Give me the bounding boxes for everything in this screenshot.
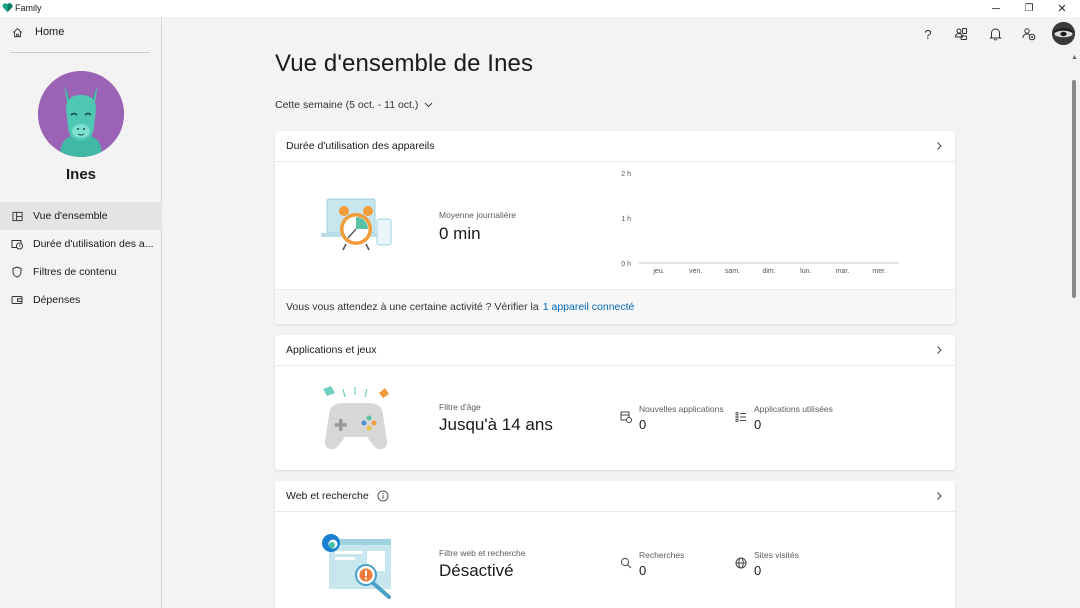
page-title: Vue d'ensemble de Ines: [275, 50, 534, 77]
screen-time-illustration: [321, 198, 392, 251]
chevron-right-icon: [937, 142, 942, 150]
web-search-card: Web et recherche Filtre web et recherche…: [275, 481, 955, 608]
window-title: Family: [15, 3, 42, 13]
connected-device-hint: Vous vous attendez à une certaine activi…: [286, 300, 539, 313]
family-link-button[interactable]: [951, 24, 971, 44]
card-title: Durée d'utilisation des appareils: [286, 140, 435, 152]
help-button[interactable]: ?: [918, 24, 938, 44]
globe-icon: [735, 557, 747, 569]
new-apps-icon: [620, 411, 632, 423]
card-title: Applications et jeux: [286, 344, 377, 356]
sidebar-item-label: Filtres de contenu: [33, 266, 117, 278]
overview-icon: [11, 210, 23, 222]
sidebar-divider: [10, 52, 150, 53]
x-tick-label: ven.: [689, 268, 702, 275]
home-icon: [13, 27, 22, 37]
daily-usage-chart: 0 h 1 h 2 h jeu. ven. sam. dim. lun. mar. mer.: [621, 171, 899, 275]
restore-icon: ❐: [1024, 3, 1034, 14]
new-apps-value: 0: [639, 417, 647, 432]
screen-time-card-footer: Vous vous attendez à une certaine activi…: [275, 289, 955, 323]
close-icon: ✕: [1057, 3, 1067, 15]
sidebar-item-label: Durée d'utilisation des a...: [33, 238, 154, 250]
x-tick-label: jeu.: [652, 268, 664, 275]
restore-button[interactable]: ❐: [1014, 0, 1044, 17]
manage-account-button[interactable]: [1019, 24, 1039, 44]
y-tick-label: 1 h: [621, 216, 631, 223]
notifications-button[interactable]: [985, 24, 1005, 44]
new-apps-label: Nouvelles applications: [639, 404, 724, 414]
x-tick-label: lun.: [800, 268, 811, 275]
help-icon: ?: [924, 26, 932, 42]
week-selector[interactable]: Cette semaine (5 oct. - 11 oct.): [275, 99, 433, 111]
title-bar: Family ─ ❐ ✕: [0, 0, 1080, 17]
web-search-illustration: [322, 534, 391, 599]
card-title: Web et recherche: [286, 490, 369, 502]
chevron-down-icon: [425, 102, 433, 108]
sidebar-item-screen-time[interactable]: Durée d'utilisation des a...: [0, 230, 162, 258]
home-link[interactable]: Home: [0, 21, 162, 43]
sidebar-item-overview[interactable]: Vue d'ensemble: [0, 202, 162, 230]
sidebar-item-spending[interactable]: Dépenses: [0, 286, 162, 314]
chevron-right-icon: [937, 492, 942, 500]
apps-games-card-header[interactable]: Applications et jeux: [275, 335, 955, 366]
notifications-icon: [988, 28, 1002, 41]
daily-average-label: Moyenne journalière: [439, 210, 517, 220]
age-filter-value: Jusqu'à 14 ans: [439, 415, 553, 434]
searches-value: 0: [639, 563, 647, 578]
screen-time-icon: [11, 238, 23, 250]
web-filter-value: Désactivé: [439, 561, 514, 580]
sites-visited-label: Sites visités: [754, 550, 799, 560]
sites-visited-value: 0: [754, 563, 762, 578]
web-filter-label: Filtre web et recherche: [439, 548, 526, 558]
home-label: Home: [35, 26, 65, 38]
y-tick-label: 2 h: [621, 171, 631, 178]
info-icon[interactable]: [377, 490, 389, 502]
x-tick-label: mer.: [872, 268, 886, 275]
minimize-icon: ─: [992, 2, 1000, 15]
apps-games-card: Applications et jeux Filtre d'âge Jusqu'…: [275, 335, 955, 470]
scrollbar-thumb[interactable]: [1072, 80, 1076, 298]
used-apps-icon: [735, 412, 746, 422]
screen-time-card: Durée d'utilisation des appareils Moyenn…: [275, 131, 955, 324]
age-filter-label: Filtre d'âge: [439, 402, 481, 412]
connected-device-link[interactable]: 1 appareil connecté: [543, 301, 635, 313]
scroll-up-arrow-icon[interactable]: ▲: [1070, 53, 1079, 62]
web-search-card-header[interactable]: Web et recherche: [275, 481, 955, 512]
account-avatar-image: [1052, 22, 1075, 45]
search-icon: [620, 557, 632, 569]
family-app-icon: [2, 3, 13, 13]
sidebar-item-label: Dépenses: [33, 294, 81, 306]
x-tick-label: sam.: [725, 268, 740, 275]
x-tick-label: mar.: [836, 268, 850, 275]
account-avatar[interactable]: [1052, 22, 1075, 45]
manage-account-icon: [1022, 28, 1036, 41]
searches-label: Recherches: [639, 550, 685, 560]
game-controller-illustration: [323, 386, 389, 450]
sidebar-item-content-filters[interactable]: Filtres de contenu: [0, 258, 162, 286]
shield-icon: [11, 266, 23, 278]
llama-avatar-illustration: [38, 71, 124, 157]
chevron-right-icon: [937, 346, 942, 354]
family-link-icon: [954, 28, 967, 40]
close-button[interactable]: ✕: [1047, 0, 1077, 17]
sidebar: Home Ines Vue d'ensemble Durée d'utilisa…: [0, 17, 162, 608]
user-avatar: [38, 71, 124, 157]
daily-average-value: 0 min: [439, 224, 481, 243]
minimize-button[interactable]: ─: [981, 0, 1011, 17]
x-tick-label: dim.: [762, 268, 775, 275]
y-tick-label: 0 h: [621, 261, 631, 268]
user-name: Ines: [65, 166, 96, 183]
sidebar-item-label: Vue d'ensemble: [33, 210, 108, 222]
used-apps-value: 0: [754, 417, 762, 432]
used-apps-label: Applications utilisées: [754, 404, 833, 414]
wallet-icon: [11, 294, 23, 306]
screen-time-card-header[interactable]: Durée d'utilisation des appareils: [275, 131, 955, 162]
week-selector-label: Cette semaine (5 oct. - 11 oct.): [275, 99, 419, 111]
